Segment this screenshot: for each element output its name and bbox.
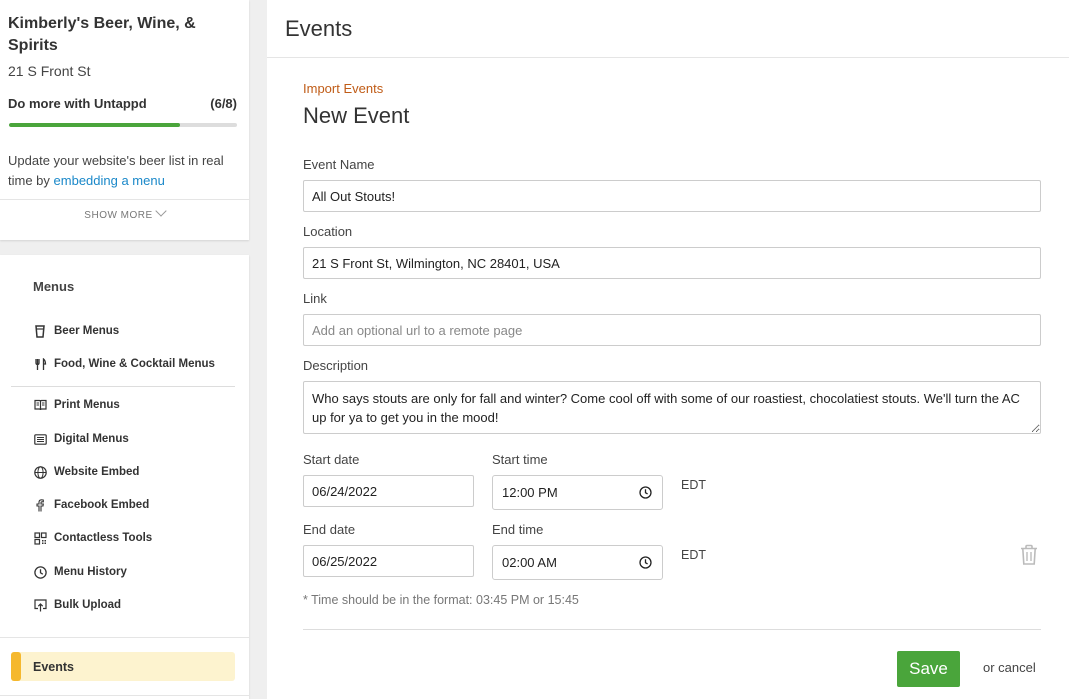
sidebar-item-print-menus[interactable]: Print Menus: [33, 396, 120, 414]
form-title: New Event: [303, 103, 410, 128]
onboarding-label: Do more with Untappd: [8, 96, 147, 111]
divider: [303, 629, 1041, 630]
link-label: Link: [303, 291, 327, 306]
sidebar-item-label: Menu History: [54, 566, 127, 578]
beer-glass-icon: [33, 324, 47, 338]
onboarding-progress-bar: [9, 123, 237, 127]
start-time-field[interactable]: 12:00 PM: [492, 475, 663, 510]
active-indicator: [11, 652, 21, 681]
import-events-link[interactable]: Import Events: [303, 81, 383, 96]
description-label: Description: [303, 358, 369, 373]
link-field[interactable]: [303, 314, 1041, 346]
clock-icon[interactable]: [639, 556, 652, 569]
sidebar-item-label: Events: [33, 659, 74, 674]
start-timezone: EDT: [681, 478, 706, 492]
promo-text: Update your website's beer list in real …: [8, 151, 238, 191]
menu-nav: Menus Beer Menus Food, Wine & Cocktail M…: [0, 255, 249, 699]
venue-name: Kimberly's Beer, Wine, & Spirits: [8, 15, 196, 54]
end-timezone: EDT: [681, 548, 706, 562]
cancel-link[interactable]: or cancel: [983, 660, 1036, 675]
sidebar-item-events[interactable]: Events: [11, 652, 235, 681]
show-more-button[interactable]: SHOW MORE: [0, 205, 249, 221]
location-field[interactable]: [303, 247, 1041, 279]
facebook-icon: [33, 498, 47, 512]
sidebar-item-contactless-tools[interactable]: Contactless Tools: [33, 529, 152, 547]
end-time-label: End time: [492, 522, 544, 537]
clock-icon: [33, 565, 47, 579]
page-title: Events: [285, 16, 353, 41]
save-button[interactable]: Save: [897, 651, 960, 687]
sidebar-item-label: Website Embed: [54, 466, 140, 478]
venue-address: 21 S Front St: [8, 63, 91, 79]
end-time-field[interactable]: 02:00 AM: [492, 545, 663, 580]
digital-menu-icon: [33, 432, 47, 446]
sidebar-item-food-wine-cocktail-menus[interactable]: Food, Wine & Cocktail Menus: [33, 355, 215, 373]
sidebar-item-label: Contactless Tools: [54, 532, 153, 544]
sidebar-item-label: Digital Menus: [54, 433, 129, 445]
sidebar: Kimberly's Beer, Wine, & Spirits 21 S Fr…: [0, 0, 249, 699]
nav-heading: Menus: [33, 279, 75, 294]
event-name-label: Event Name: [303, 157, 375, 172]
qr-code-icon: [33, 531, 47, 545]
end-date-field[interactable]: [303, 545, 474, 577]
sidebar-item-bulk-upload[interactable]: Bulk Upload: [33, 596, 121, 614]
end-time-value: 02:00 AM: [502, 555, 557, 570]
sidebar-item-label: Food, Wine & Cocktail Menus: [54, 358, 215, 370]
globe-icon: [33, 465, 47, 479]
sidebar-item-menu-history[interactable]: Menu History: [33, 563, 127, 581]
sidebar-item-label: Print Menus: [54, 399, 120, 411]
start-time-label: Start time: [492, 452, 548, 467]
divider: [0, 199, 249, 200]
trash-icon[interactable]: [1019, 544, 1039, 566]
clock-icon[interactable]: [639, 486, 652, 499]
start-time-value: 12:00 PM: [502, 485, 558, 500]
sidebar-item-label: Beer Menus: [54, 325, 120, 337]
print-menu-icon: [33, 398, 47, 412]
page-header: Events: [267, 0, 1069, 58]
divider: [11, 386, 235, 387]
sidebar-item-website-embed[interactable]: Website Embed: [33, 463, 139, 481]
main-content: Events Import Events New Event Event Nam…: [267, 0, 1069, 699]
start-date-label: Start date: [303, 452, 360, 467]
onboarding-count: (6/8): [210, 96, 237, 111]
sidebar-item-digital-menus[interactable]: Digital Menus: [33, 430, 129, 448]
divider: [0, 637, 249, 638]
sidebar-item-beer-menus[interactable]: Beer Menus: [33, 322, 119, 340]
onboarding-progress-fill: [9, 123, 180, 127]
show-more-label: SHOW MORE: [84, 210, 153, 221]
sidebar-item-facebook-embed[interactable]: Facebook Embed: [33, 496, 149, 514]
start-date-field[interactable]: [303, 475, 474, 507]
end-date-label: End date: [303, 522, 356, 537]
fork-knife-icon: [33, 357, 47, 371]
location-label: Location: [303, 224, 353, 239]
sidebar-item-label: Bulk Upload: [54, 599, 122, 611]
divider: [0, 695, 249, 696]
sidebar-item-label: Facebook Embed: [54, 499, 150, 511]
time-format-hint: * Time should be in the format: 03:45 PM…: [303, 593, 579, 607]
upload-icon: [33, 598, 47, 612]
embedding-menu-link[interactable]: embedding a menu: [54, 173, 165, 188]
chevron-down-icon: [155, 205, 167, 217]
venue-card: Kimberly's Beer, Wine, & Spirits 21 S Fr…: [0, 0, 249, 240]
description-field[interactable]: Who says stouts are only for fall and wi…: [303, 381, 1041, 434]
event-name-field[interactable]: [303, 180, 1041, 212]
